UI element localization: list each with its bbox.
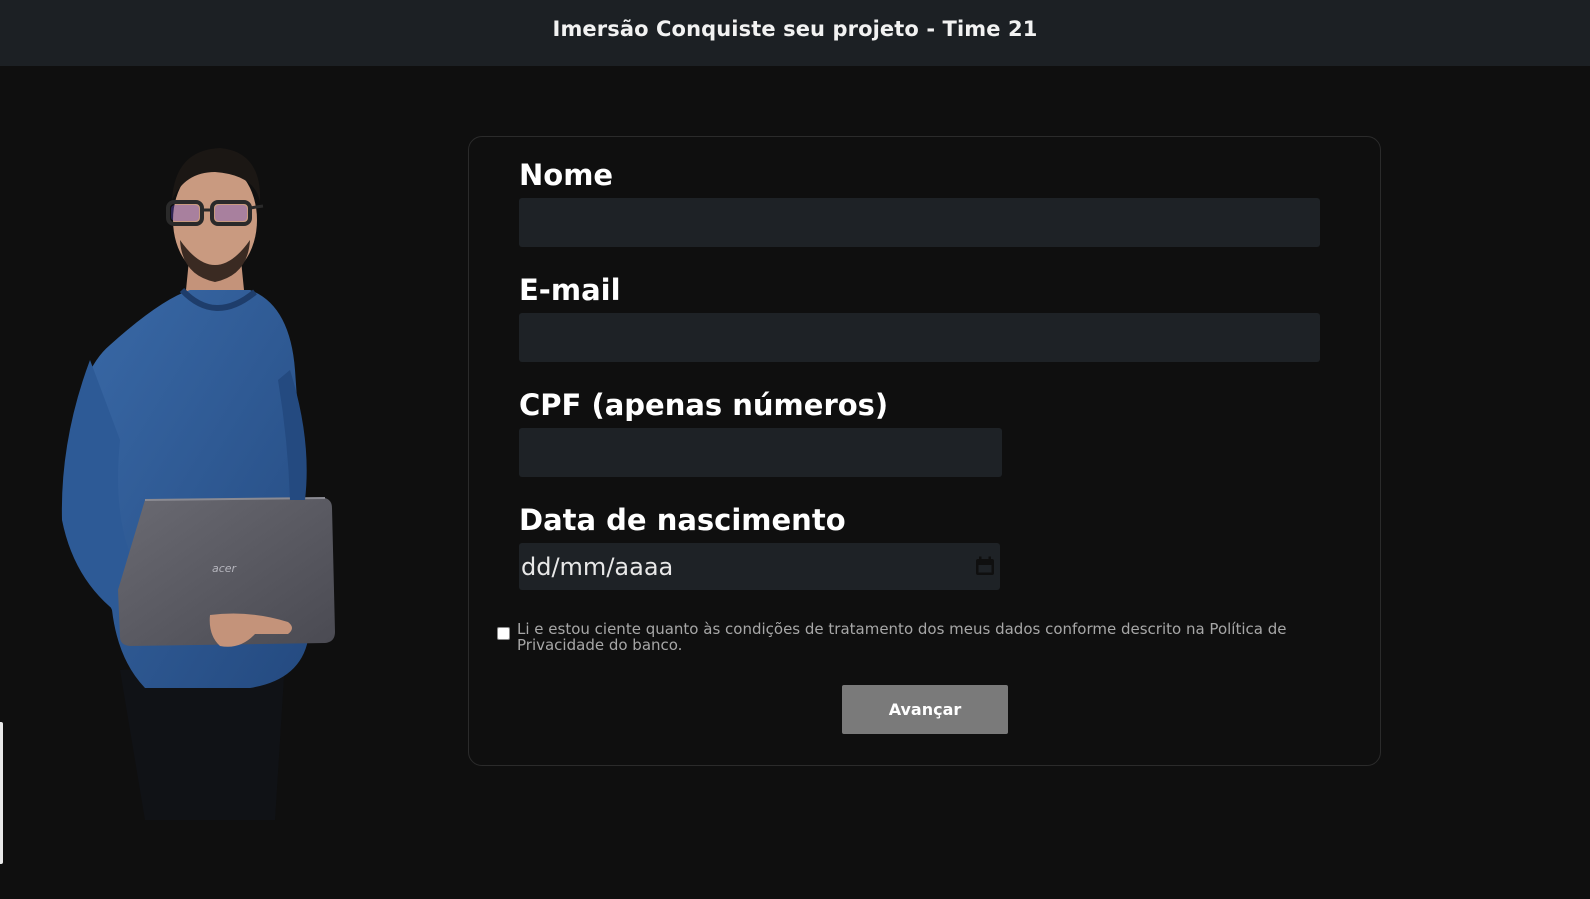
calendar-icon[interactable] (974, 555, 996, 577)
cpf-input[interactable] (519, 428, 1002, 477)
person-holding-laptop-image: acer (61, 148, 335, 820)
edge-strip (0, 722, 3, 864)
cpf-label: CPF (apenas números) (519, 388, 889, 422)
birthdate-placeholder: dd/mm/aaaa (521, 553, 674, 581)
email-label: E-mail (519, 273, 621, 307)
name-input[interactable] (519, 198, 1320, 247)
email-input[interactable] (519, 313, 1320, 362)
page-title: Imersão Conquiste seu projeto - Time 21 (552, 17, 1038, 41)
svg-text:acer: acer (212, 562, 238, 575)
birthdate-input[interactable]: dd/mm/aaaa (519, 543, 1000, 590)
registration-form: Nome E-mail CPF (apenas números) Data de… (468, 136, 1381, 766)
submit-button[interactable]: Avançar (842, 685, 1008, 734)
name-label: Nome (519, 158, 614, 192)
top-header: Imersão Conquiste seu projeto - Time 21 (0, 0, 1590, 66)
birthdate-label: Data de nascimento (519, 503, 846, 537)
privacy-consent-text: Li e estou ciente quanto às condições de… (517, 620, 1287, 654)
privacy-consent-checkbox[interactable] (497, 627, 510, 640)
